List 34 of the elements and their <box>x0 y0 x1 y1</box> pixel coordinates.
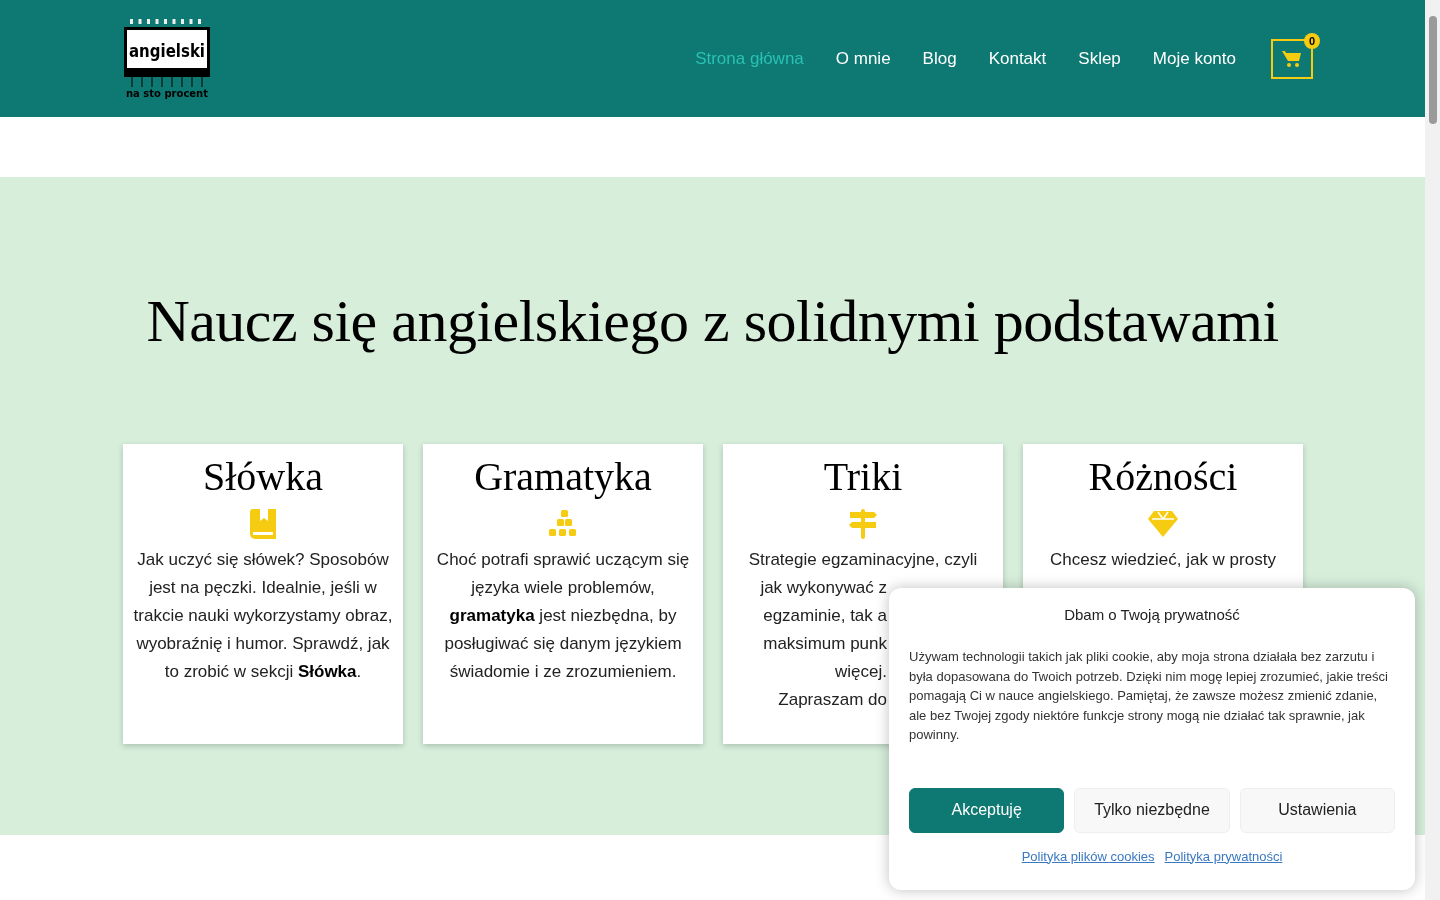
card-text: jak wykonywać z <box>760 577 887 599</box>
blocks-icon <box>549 510 577 538</box>
card-text: Choć potrafi sprawić uczącym się języka wiele problemów, gramatyka jest niezbędna, by posługiwać się danym językiem świadomie i ze zrozumieniem. <box>435 549 691 683</box>
card-title: Słówka <box>203 454 323 500</box>
nav-link[interactable]: Blog <box>922 48 957 69</box>
nav-link[interactable]: Moje konto <box>1152 48 1236 69</box>
card-text: Strategie egzaminacyjne, czyli <box>748 549 978 571</box>
policy-link[interactable]: Polityka plików cookies <box>1021 848 1155 864</box>
accept-button[interactable]: Akceptuję <box>909 787 1065 833</box>
card-text: Chcesz wiedzieć, jak w prosty <box>1050 549 1276 571</box>
card-title: Triki <box>823 454 903 500</box>
scrollbar-thumb[interactable] <box>1428 16 1437 124</box>
option-button[interactable]: Ustawienia <box>1239 787 1395 833</box>
card-text: Jak uczyć się słówek? Sposobów jest na pęczki. Idealnie, jeśli w trakcie nauki wykorzystamy obraz, wyobraźnię i humor. Sprawdź, jak to zrobić w sekcji Słówka. <box>132 549 394 683</box>
policy-link[interactable]: Polityka prywatności <box>1164 848 1283 864</box>
popup-text: Używam technologii takich jak pliki cookie, aby moja strona działała bez zarzutu i była dopasowana do Twoich potrzeb. Dzięki nim mogę lepiej zrozumieć, jakie treści pomagają Ci w nauce angielskiego. Pamiętaj, że zawsze możesz zmienić zdanie, ale bez Twojej zgody niektóre funkcje strony mogą nie działać tak sprawnie, jak powinny. <box>909 648 1389 744</box>
card-text: maksimum punk <box>763 633 887 655</box>
popup-title: Dbam o Twoją prywatność <box>1063 606 1241 623</box>
card-title: Różności <box>1088 454 1238 500</box>
book-icon <box>250 509 276 539</box>
diamond-icon <box>1148 511 1178 537</box>
cart-count: 0 <box>1304 32 1320 49</box>
signpost-icon <box>848 509 878 539</box>
card-text: egzaminie, tak a <box>763 605 887 627</box>
nav-link[interactable]: Kontakt <box>988 48 1047 69</box>
card-text: Zapraszam do <box>778 689 887 711</box>
hero-title: Naucz się angielskiego z solidnymi podstawami <box>145 287 1280 356</box>
nav-link[interactable]: O mnie <box>835 48 891 69</box>
cart-icon <box>1282 49 1302 68</box>
cart-button[interactable] <box>1271 38 1313 79</box>
card-text: więcej. <box>835 661 887 683</box>
option-button[interactable]: Tylko niezbędne <box>1074 787 1230 833</box>
nav-link[interactable]: Sklep <box>1078 48 1121 69</box>
card-title: Gramatyka <box>474 454 652 500</box>
